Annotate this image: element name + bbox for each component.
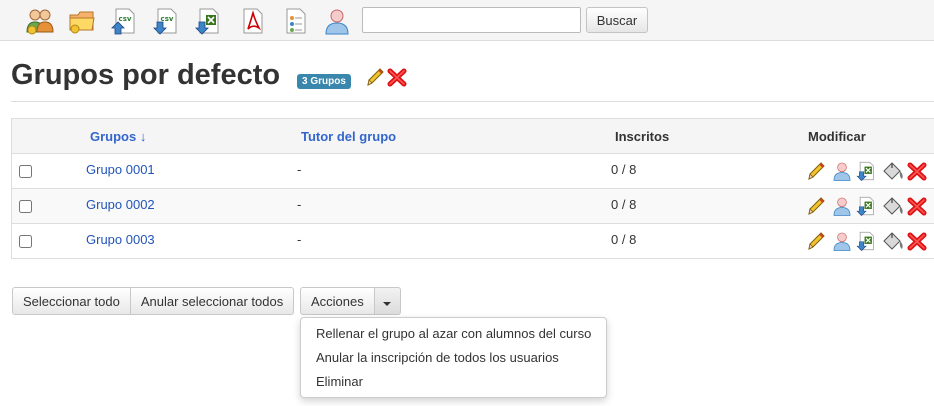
user-icon[interactable] <box>831 195 853 217</box>
table-row: Grupo 0001 - 0 / 8 <box>12 154 934 189</box>
search-input[interactable] <box>362 7 581 33</box>
column-header-modify: Modificar <box>808 129 866 144</box>
enrolled-cell: 0 / 8 <box>611 232 637 247</box>
menu-item-delete[interactable]: Eliminar <box>301 370 606 394</box>
csv-import-icon[interactable]: csv <box>109 6 139 36</box>
actions-button[interactable]: Acciones <box>300 287 375 315</box>
title-divider <box>11 101 934 102</box>
edit-pencil-icon[interactable] <box>805 160 827 182</box>
pdf-icon[interactable] <box>238 6 268 36</box>
groups-count-badge: 3 Grupos <box>297 74 351 89</box>
group-link[interactable]: Grupo 0002 <box>86 197 155 212</box>
delete-x-icon[interactable] <box>386 66 408 93</box>
deselect-all-button[interactable]: Anular seleccionar todos <box>130 287 295 315</box>
select-all-button[interactable]: Seleccionar todo <box>12 287 131 315</box>
table-row: Grupo 0003 - 0 / 8 <box>12 224 934 259</box>
selection-button-group: Seleccionar todo Anular seleccionar todo… <box>12 287 295 315</box>
tutor-cell: - <box>297 232 302 247</box>
row-checkbox[interactable] <box>19 235 32 248</box>
sort-groups-link[interactable]: Grupos ↓ <box>90 129 146 144</box>
column-header-groups[interactable]: Grupos ↓ <box>90 119 146 154</box>
tutor-cell: - <box>297 162 302 177</box>
toolbar: csv csv Buscar <box>0 0 934 41</box>
fill-bucket-icon[interactable] <box>881 160 903 182</box>
group-users-icon[interactable] <box>25 6 55 36</box>
user-icon[interactable] <box>322 6 352 36</box>
edit-pencil-icon[interactable] <box>365 66 385 93</box>
excel-export-icon[interactable] <box>855 230 877 252</box>
folder-icon[interactable] <box>67 6 97 36</box>
menu-item-fill-random[interactable]: Rellenar el grupo al azar con alumnos de… <box>301 322 606 346</box>
chevron-down-icon <box>383 301 392 306</box>
row-checkbox[interactable] <box>19 165 32 178</box>
column-header-enrolled: Inscritos <box>615 129 670 144</box>
csv-export-icon[interactable]: csv <box>151 6 181 36</box>
enrolled-cell: 0 / 8 <box>611 162 637 177</box>
excel-export-icon[interactable] <box>855 195 877 217</box>
edit-pencil-icon[interactable] <box>805 195 827 217</box>
document-icon[interactable] <box>280 6 310 36</box>
actions-dropdown-menu: Rellenar el grupo al azar con alumnos de… <box>300 317 607 398</box>
delete-x-icon[interactable] <box>906 195 928 217</box>
menu-item-unsubscribe-all[interactable]: Anular la inscripción de todos los usuar… <box>301 346 606 370</box>
table-row: Grupo 0002 - 0 / 8 <box>12 189 934 224</box>
fill-bucket-icon[interactable] <box>881 195 903 217</box>
excel-export-icon[interactable] <box>193 6 223 36</box>
column-header-tutor[interactable]: Tutor del grupo <box>301 119 396 154</box>
user-icon[interactable] <box>831 230 853 252</box>
user-icon[interactable] <box>831 160 853 182</box>
row-checkbox[interactable] <box>19 200 32 213</box>
delete-x-icon[interactable] <box>906 230 928 252</box>
actions-dropdown-toggle[interactable] <box>374 287 401 315</box>
enrolled-cell: 0 / 8 <box>611 197 637 212</box>
fill-bucket-icon[interactable] <box>881 230 903 252</box>
group-link[interactable]: Grupo 0001 <box>86 162 155 177</box>
sort-tutor-link[interactable]: Tutor del grupo <box>301 129 396 144</box>
search-button[interactable]: Buscar <box>586 7 648 33</box>
edit-pencil-icon[interactable] <box>805 230 827 252</box>
delete-x-icon[interactable] <box>906 160 928 182</box>
table-header: Grupos ↓ Tutor del grupo Inscritos Modif… <box>12 119 934 154</box>
groups-table: Grupos ↓ Tutor del grupo Inscritos Modif… <box>11 118 934 259</box>
page-title: Grupos por defecto <box>11 59 281 91</box>
actions-button-group: Acciones <box>300 287 401 315</box>
group-link[interactable]: Grupo 0003 <box>86 232 155 247</box>
tutor-cell: - <box>297 197 302 212</box>
excel-export-icon[interactable] <box>855 160 877 182</box>
csv-label: csv <box>119 15 132 23</box>
